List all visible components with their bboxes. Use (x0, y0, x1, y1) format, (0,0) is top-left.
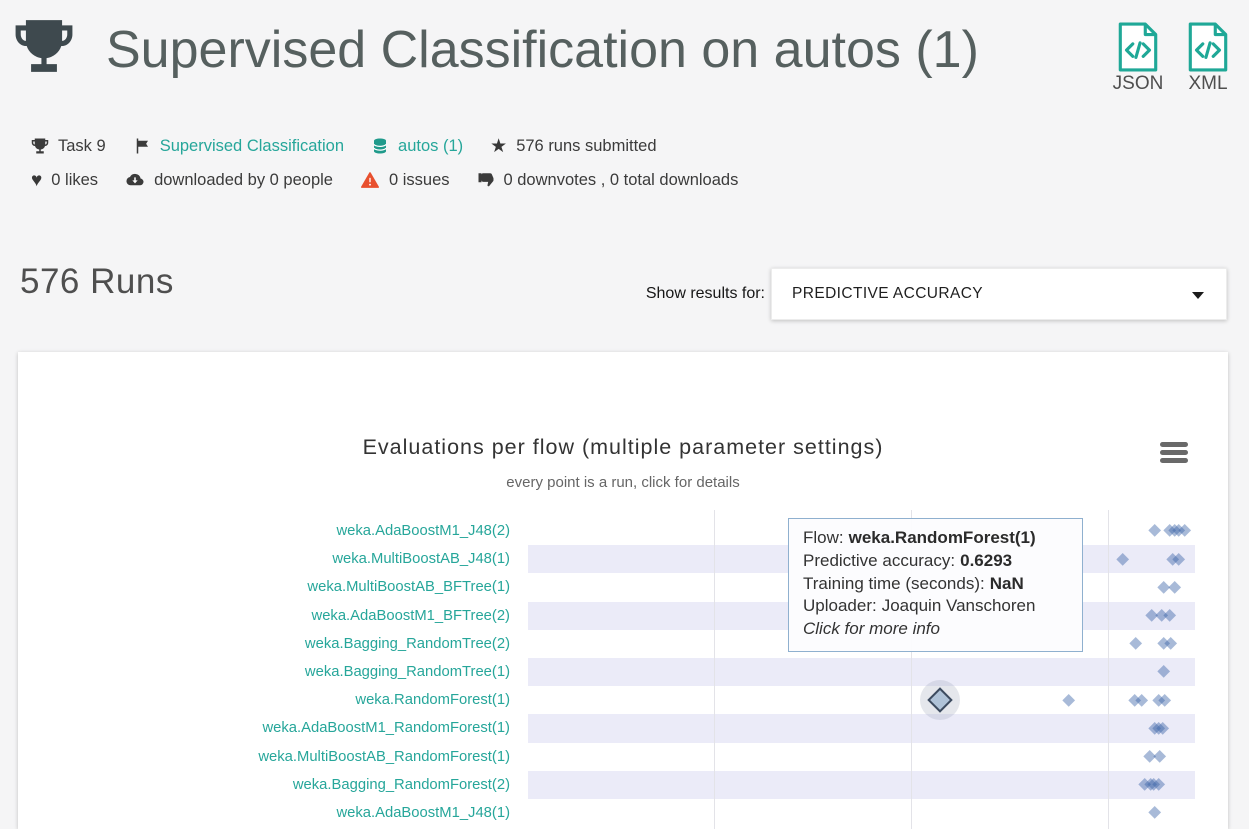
row-band (528, 771, 1195, 799)
runs-submitted: 576 runs submitted (516, 137, 656, 156)
star-icon: ★ (490, 137, 507, 156)
issues-count: 0 issues (389, 171, 450, 190)
stat-likes: ♥ 0 likes (31, 171, 98, 190)
stat-task: Task 9 (31, 137, 106, 156)
run-point[interactable] (1129, 637, 1142, 650)
run-point[interactable] (1148, 524, 1161, 537)
runs-chart-card: Evaluations per flow (multiple parameter… (18, 352, 1228, 829)
page-title: Supervised Classification on autos (1) (106, 14, 979, 86)
flow-label[interactable]: weka.AdaBoostM1_J48(2) (18, 517, 510, 545)
flow-label[interactable]: weka.Bagging_RandomForest(2) (18, 771, 510, 799)
runs-heading: 576 Runs (20, 262, 174, 302)
run-point[interactable] (1153, 750, 1166, 763)
tooltip-accuracy-value: 0.6293 (960, 551, 1012, 570)
stat-dataset: autos (1) (371, 137, 463, 156)
x-gridline (1108, 510, 1109, 829)
flow-label[interactable]: weka.AdaBoostM1_BFTree(2) (18, 602, 510, 630)
tooltip-flow-label: Flow: (803, 528, 844, 547)
stat-issues: 0 issues (360, 171, 450, 190)
tooltip-flow-value: weka.RandomForest(1) (849, 528, 1036, 547)
filter-label: Show results for: (646, 285, 765, 303)
flag-icon (133, 137, 151, 155)
openml-task-page: { "header": { "title": "Supervised Class… (0, 0, 1249, 829)
tooltip-time-value: NaN (990, 574, 1024, 593)
tooltip-time-label: Training time (seconds): (803, 574, 985, 593)
downloaded-by: downloaded by 0 people (154, 171, 333, 190)
trophy-icon (31, 137, 49, 155)
flow-label[interactable]: weka.MultiBoostAB_BFTree(1) (18, 573, 510, 601)
flow-label[interactable]: weka.AdaBoostM1_RandomForest(1) (18, 714, 510, 742)
run-tooltip[interactable]: Flow: weka.RandomForest(1) Predictive acc… (788, 518, 1083, 652)
warning-icon (360, 171, 380, 189)
run-point[interactable] (1168, 581, 1181, 594)
metric-select-value: PREDICTIVE ACCURACY (792, 269, 983, 319)
flow-label[interactable]: weka.AdaBoostM1_J48(1) (18, 799, 510, 827)
row-band (528, 714, 1195, 742)
json-export-button[interactable]: JSON (1110, 22, 1166, 95)
row-band (528, 658, 1195, 686)
flow-label[interactable]: weka.RandomForest(1) (18, 686, 510, 714)
flow-label[interactable]: weka.Bagging_RandomTree(2) (18, 630, 510, 658)
tooltip-accuracy-label: Predictive accuracy: (803, 551, 955, 570)
task-stats: Task 9 Supervised Classification autos (… (31, 129, 738, 197)
database-icon (371, 137, 389, 155)
caret-down-icon (1192, 292, 1204, 299)
tooltip-uploader-label: Uploader: (803, 596, 877, 615)
flow-label[interactable]: weka.MultiBoostAB_RandomForest(1) (18, 743, 510, 771)
xml-export-button[interactable]: XML (1180, 22, 1236, 95)
stat-task-type: Supervised Classification (133, 137, 344, 156)
flow-label[interactable]: weka.Bagging_RandomTree(1) (18, 658, 510, 686)
run-point[interactable] (1062, 694, 1075, 707)
file-code-xml-icon (1186, 22, 1230, 72)
task-id: Task 9 (58, 137, 106, 156)
likes-count: 0 likes (51, 171, 98, 190)
file-code-json-icon (1116, 22, 1160, 72)
x-gridline (714, 510, 715, 829)
downvotes-count: 0 downvotes , 0 total downloads (504, 171, 739, 190)
run-point[interactable] (1148, 806, 1161, 819)
stat-downvotes: 0 downvotes , 0 total downloads (477, 171, 739, 190)
trophy-icon (13, 15, 75, 77)
flow-label[interactable]: weka.MultiBoostAB_J48(1) (18, 545, 510, 573)
heart-icon: ♥ (31, 171, 42, 190)
metric-select[interactable]: PREDICTIVE ACCURACY (771, 268, 1227, 320)
cloud-download-icon (125, 171, 145, 189)
thumbs-down-icon (477, 171, 495, 189)
stat-runs: ★ 576 runs submitted (490, 137, 656, 156)
stat-downloads: downloaded by 0 people (125, 171, 333, 190)
tooltip-uploader-value: Joaquin Vanschoren (882, 596, 1036, 615)
task-type-link[interactable]: Supervised Classification (160, 137, 344, 156)
json-label: JSON (1110, 73, 1166, 95)
xml-label: XML (1180, 73, 1236, 95)
tooltip-cta: Click for more info (803, 618, 1074, 641)
dataset-link[interactable]: autos (1) (398, 137, 463, 156)
